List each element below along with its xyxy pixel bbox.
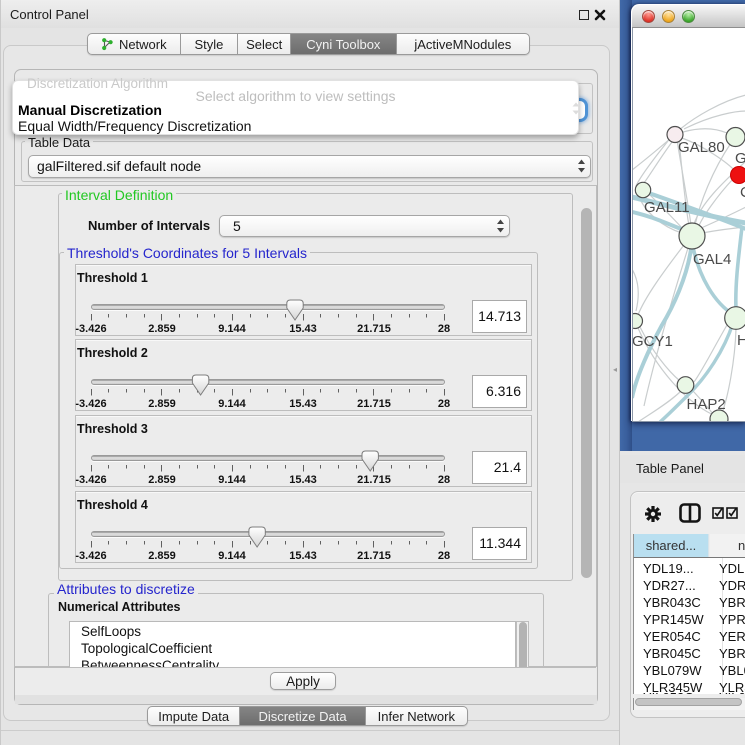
svg-text:HA: HA: [737, 332, 745, 349]
svg-text:GAL11: GAL11: [644, 199, 690, 216]
svg-text:GAL4: GAL4: [693, 251, 731, 268]
svg-text:GCY1: GCY1: [632, 333, 673, 350]
svg-text:C: C: [740, 184, 745, 201]
svg-text:GA: GA: [735, 150, 745, 167]
svg-text:HAP2: HAP2: [687, 396, 726, 413]
svg-text:GAL80: GAL80: [678, 139, 725, 156]
